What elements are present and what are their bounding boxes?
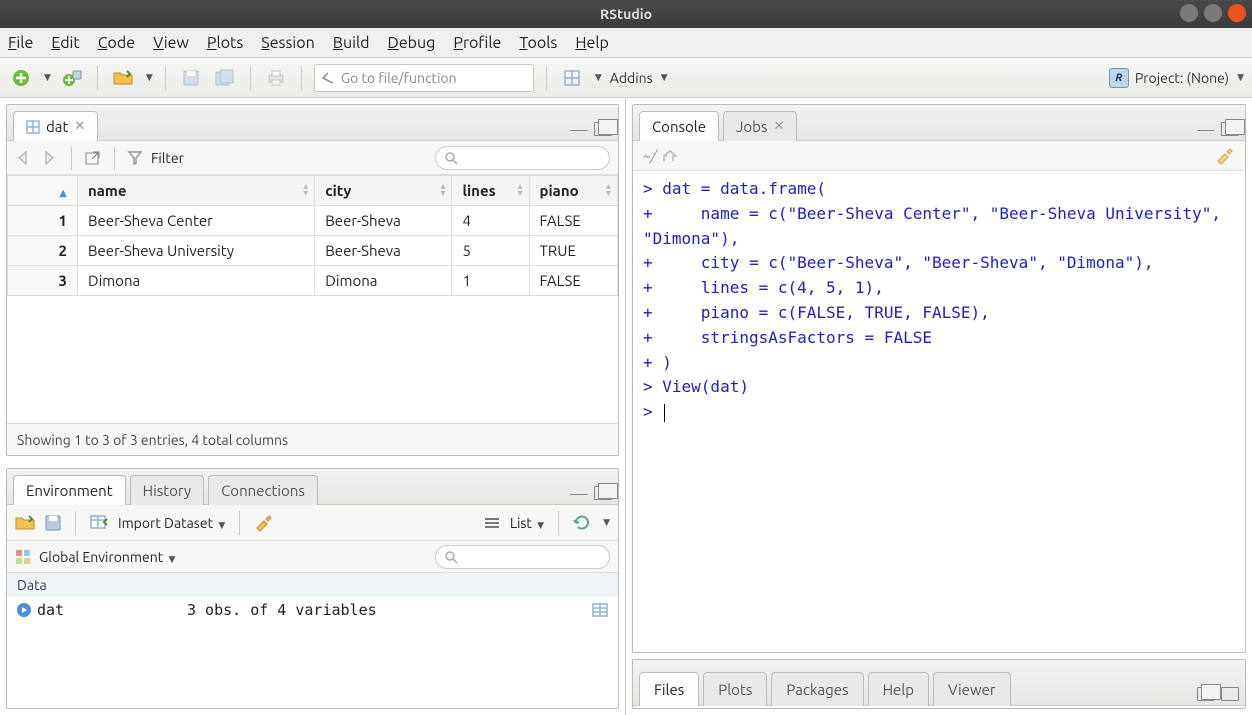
window-title: RStudio bbox=[600, 6, 652, 22]
env-scope-selector[interactable]: Global Environment ▼ bbox=[39, 549, 175, 565]
grid-dropdown[interactable]: ▼ bbox=[595, 72, 602, 83]
data-viewer-toolbar: Filter bbox=[7, 141, 618, 175]
menu-edit[interactable]: Edit bbox=[51, 34, 79, 52]
environment-pane: Environment History Connections Import D… bbox=[6, 468, 619, 709]
data-table: ▲ name▴▾ city▴▾ lines▴▾ piano▴▾ 1Beer-Sh… bbox=[7, 175, 618, 296]
expand-icon[interactable] bbox=[17, 603, 31, 617]
col-header-piano[interactable]: piano▴▾ bbox=[529, 176, 617, 206]
source-pane: dat ✕ Filter bbox=[6, 104, 619, 456]
env-section-data: Data bbox=[7, 573, 618, 597]
tab-help[interactable]: Help bbox=[868, 672, 929, 706]
menu-file[interactable]: File bbox=[8, 34, 33, 52]
console-pane: Console Jobs ✕ ~/ > dat = data.frame( + … bbox=[632, 104, 1246, 653]
menu-plots[interactable]: Plots bbox=[207, 34, 243, 52]
files-pane: Files Plots Packages Help Viewer bbox=[632, 659, 1246, 709]
console-wd: ~/ bbox=[643, 148, 656, 164]
close-tab-icon[interactable]: ✕ bbox=[74, 119, 85, 134]
clear-env-icon[interactable] bbox=[254, 514, 272, 532]
tab-history[interactable]: History bbox=[130, 475, 205, 505]
menubar: File Edit Code View Plots Session Build … bbox=[0, 28, 1252, 58]
nav-back-icon[interactable] bbox=[15, 150, 33, 166]
menu-profile[interactable]: Profile bbox=[453, 34, 501, 52]
recent-files-dropdown[interactable]: ▼ bbox=[146, 72, 153, 83]
window-minimize-button[interactable] bbox=[1180, 4, 1198, 22]
main-toolbar: ▼ ▼ Go to file/function ▼ Addins ▼ R Pro… bbox=[0, 58, 1252, 98]
tab-jobs[interactable]: Jobs ✕ bbox=[723, 111, 797, 141]
menu-session[interactable]: Session bbox=[261, 34, 315, 52]
col-header-name[interactable]: name▴▾ bbox=[78, 176, 315, 206]
table-row[interactable]: 1Beer-Sheva CenterBeer-Sheva4FALSE bbox=[8, 206, 618, 236]
env-view-mode[interactable]: List ▼ bbox=[510, 515, 544, 531]
close-jobs-icon[interactable]: ✕ bbox=[773, 119, 784, 134]
maximize-pane-icon[interactable] bbox=[594, 122, 612, 136]
minimize-console-icon[interactable] bbox=[1197, 127, 1215, 131]
project-selector[interactable]: R Project: (None) ▼ bbox=[1109, 68, 1244, 88]
maximize-console-icon[interactable] bbox=[1221, 122, 1239, 136]
addins-menu[interactable]: Addins ▼ bbox=[610, 70, 668, 86]
col-header-lines[interactable]: lines▴▾ bbox=[452, 176, 529, 206]
new-file-dropdown[interactable]: ▼ bbox=[44, 72, 51, 83]
r-project-icon: R bbox=[1109, 68, 1129, 88]
minimize-env-pane-icon[interactable] bbox=[570, 491, 588, 495]
tab-environment[interactable]: Environment bbox=[13, 475, 126, 505]
minimize-pane-icon[interactable] bbox=[570, 127, 588, 131]
menu-tools[interactable]: Tools bbox=[519, 34, 557, 52]
console-share-icon[interactable] bbox=[662, 149, 678, 163]
menu-build[interactable]: Build bbox=[333, 34, 370, 52]
clear-console-icon[interactable] bbox=[1215, 147, 1235, 165]
tab-viewer[interactable]: Viewer bbox=[933, 672, 1011, 706]
tab-console[interactable]: Console bbox=[639, 111, 719, 141]
env-item[interactable]: dat3 obs. of 4 variables bbox=[7, 597, 618, 623]
table-row[interactable]: 2Beer-Sheva UniversityBeer-Sheva5TRUE bbox=[8, 236, 618, 266]
popup-icon[interactable] bbox=[84, 150, 102, 166]
search-icon bbox=[444, 550, 458, 564]
window-maximize-button[interactable] bbox=[1204, 4, 1222, 22]
filter-icon[interactable] bbox=[127, 150, 143, 166]
refresh-icon[interactable] bbox=[573, 514, 591, 532]
tab-files[interactable]: Files bbox=[639, 672, 699, 706]
import-dataset-button[interactable]: Import Dataset ▼ bbox=[118, 515, 225, 531]
data-frame-icon bbox=[26, 120, 40, 134]
save-button[interactable] bbox=[178, 65, 204, 91]
list-view-icon bbox=[484, 516, 500, 530]
import-dataset-icon bbox=[90, 515, 108, 531]
save-workspace-icon[interactable] bbox=[45, 515, 61, 531]
menu-debug[interactable]: Debug bbox=[388, 34, 436, 52]
tab-connections[interactable]: Connections bbox=[208, 475, 318, 505]
table-row[interactable]: 3DimonaDimona1FALSE bbox=[8, 266, 618, 296]
restore-files-pane-icon[interactable] bbox=[1197, 687, 1215, 701]
search-icon bbox=[444, 151, 458, 165]
env-search-input[interactable] bbox=[435, 545, 610, 569]
new-project-button[interactable] bbox=[59, 65, 85, 91]
window-titlebar: RStudio bbox=[0, 0, 1252, 28]
window-close-button[interactable] bbox=[1228, 4, 1246, 22]
new-file-button[interactable] bbox=[8, 65, 34, 91]
env-scope-icon bbox=[15, 549, 31, 565]
data-status-bar: Showing 1 to 3 of 3 entries, 4 total col… bbox=[7, 423, 618, 455]
menu-help[interactable]: Help bbox=[575, 34, 609, 52]
grid-addin-button[interactable] bbox=[559, 65, 585, 91]
tab-plots[interactable]: Plots bbox=[703, 672, 767, 706]
menu-view[interactable]: View bbox=[153, 34, 189, 52]
print-button[interactable] bbox=[263, 65, 289, 91]
open-file-button[interactable] bbox=[110, 65, 136, 91]
tab-packages[interactable]: Packages bbox=[771, 672, 863, 706]
row-index-header[interactable]: ▲ bbox=[8, 176, 78, 206]
goto-file-input[interactable]: Go to file/function bbox=[314, 64, 534, 92]
col-header-city[interactable]: city▴▾ bbox=[315, 176, 452, 206]
console-output[interactable]: > dat = data.frame( + name = c("Beer-She… bbox=[633, 171, 1245, 652]
source-tab-dat[interactable]: dat ✕ bbox=[13, 111, 98, 141]
view-data-icon[interactable] bbox=[592, 603, 608, 617]
filter-label[interactable]: Filter bbox=[151, 150, 184, 166]
load-workspace-icon[interactable] bbox=[15, 515, 35, 531]
maximize-files-pane-icon[interactable] bbox=[1221, 687, 1239, 701]
data-search-input[interactable] bbox=[435, 146, 610, 170]
save-all-button[interactable] bbox=[212, 65, 238, 91]
nav-forward-icon[interactable] bbox=[41, 150, 59, 166]
maximize-env-pane-icon[interactable] bbox=[594, 486, 612, 500]
menu-code[interactable]: Code bbox=[98, 34, 135, 52]
